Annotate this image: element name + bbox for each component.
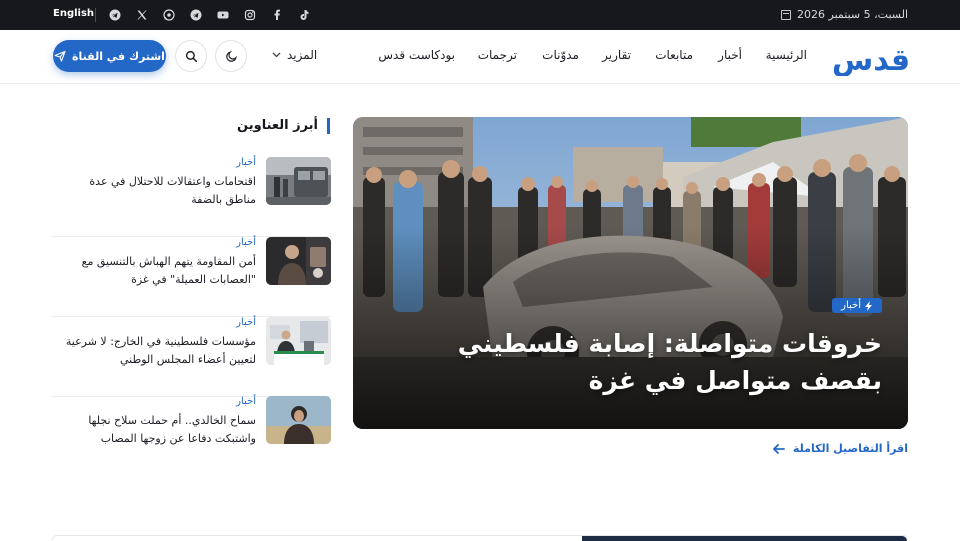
nav-item-news[interactable]: أخبار	[718, 48, 742, 62]
next-section-banner	[582, 536, 907, 541]
moon-icon	[225, 50, 237, 62]
headline-item[interactable]: أخبار مؤسسات فلسطينية في الخارج: لا شرعي…	[52, 317, 331, 397]
subscribe-label: اشترك في القناة	[72, 49, 165, 63]
nav-item-translations[interactable]: ترجمات	[478, 48, 517, 62]
nav-item-follow-ups[interactable]: متابعات	[655, 48, 693, 62]
read-more-link[interactable]: اقرأ التفاصيل الكاملة	[773, 442, 908, 455]
tiktok-icon[interactable]	[297, 8, 311, 22]
telegram-icon[interactable]	[189, 8, 203, 22]
topbar-divider	[95, 8, 96, 22]
chevron-down-icon	[272, 52, 281, 58]
headline-thumbnail[interactable]	[266, 157, 331, 205]
telegram-icon[interactable]	[108, 8, 122, 22]
headline-thumbnail[interactable]	[266, 317, 331, 365]
headline-category[interactable]: أخبار	[236, 237, 256, 248]
featured-article[interactable]: أخبار خروقات متواصلة: إصابة فلسطيني بقصف…	[353, 117, 908, 429]
calendar-icon	[781, 9, 791, 20]
subscribe-channel-button[interactable]: اشترك في القناة	[53, 40, 166, 72]
next-section-edge	[52, 535, 908, 541]
headline-category[interactable]: أخبار	[236, 396, 256, 407]
hero-category-label: أخبار	[841, 300, 861, 311]
facebook-icon[interactable]	[270, 8, 284, 22]
nav-item-reports[interactable]: تقارير	[602, 48, 631, 62]
date-text: السبت، 5 سبتمبر 2026	[797, 8, 908, 21]
headline-item[interactable]: أخبار أمن المقاومة يتهم الهباش بالتنسيق …	[52, 237, 331, 317]
headline-item[interactable]: أخبار اقتحامات واعتقالات للاحتلال في عدة…	[52, 157, 331, 237]
current-date: السبت، 5 سبتمبر 2026	[781, 8, 908, 21]
dark-mode-toggle[interactable]	[215, 40, 247, 72]
nav-item-home[interactable]: الرئيسية	[766, 48, 807, 62]
search-icon	[185, 50, 197, 62]
lightning-icon	[865, 300, 872, 311]
nav-item-blogs[interactable]: مدوّنات	[542, 48, 579, 62]
nav-item-podcast[interactable]: بودكاست قدس	[378, 48, 455, 62]
top-bar: السبت، 5 سبتمبر 2026 English	[0, 0, 960, 30]
english-language-link[interactable]: English	[53, 8, 94, 19]
arrow-left-icon	[773, 443, 785, 454]
headline-title[interactable]: مؤسسات فلسطينية في الخارج: لا شرعية لتعي…	[56, 333, 256, 369]
more-menu-label: المزيد	[287, 48, 318, 62]
search-button[interactable]	[175, 40, 207, 72]
more-menu[interactable]: المزيد	[272, 48, 317, 62]
headline-title[interactable]: سماح الخالدي.. أم حملت سلاح نجلها واشتبك…	[56, 412, 256, 448]
site-logo[interactable]: قدس	[832, 40, 910, 78]
x-icon[interactable]	[135, 8, 149, 22]
headline-thumbnail[interactable]	[266, 237, 331, 285]
headline-category[interactable]: أخبار	[236, 317, 256, 328]
instagram-icon[interactable]	[243, 8, 257, 22]
send-icon	[54, 50, 66, 62]
logo-text: قدس	[834, 43, 908, 76]
hero-title[interactable]: خروقات متواصلة: إصابة فلسطيني بقصف متواص…	[402, 325, 882, 399]
headline-category[interactable]: أخبار	[236, 157, 256, 168]
whatsapp-icon[interactable]	[162, 8, 176, 22]
headline-thumbnail[interactable]	[266, 396, 331, 444]
youtube-icon[interactable]	[216, 8, 230, 22]
read-more-label: اقرأ التفاصيل الكاملة	[792, 442, 908, 455]
hero-category-badge[interactable]: أخبار	[832, 298, 882, 313]
headline-title[interactable]: اقتحامات واعتقالات للاحتلال في عدة مناطق…	[56, 173, 256, 209]
headlines-section-title: أبرز العناوين	[237, 118, 330, 134]
headline-item[interactable]: أخبار سماح الخالدي.. أم حملت سلاح نجلها …	[52, 396, 331, 446]
headline-title[interactable]: أمن المقاومة يتهم الهباش بالتنسيق مع "ال…	[56, 253, 256, 289]
